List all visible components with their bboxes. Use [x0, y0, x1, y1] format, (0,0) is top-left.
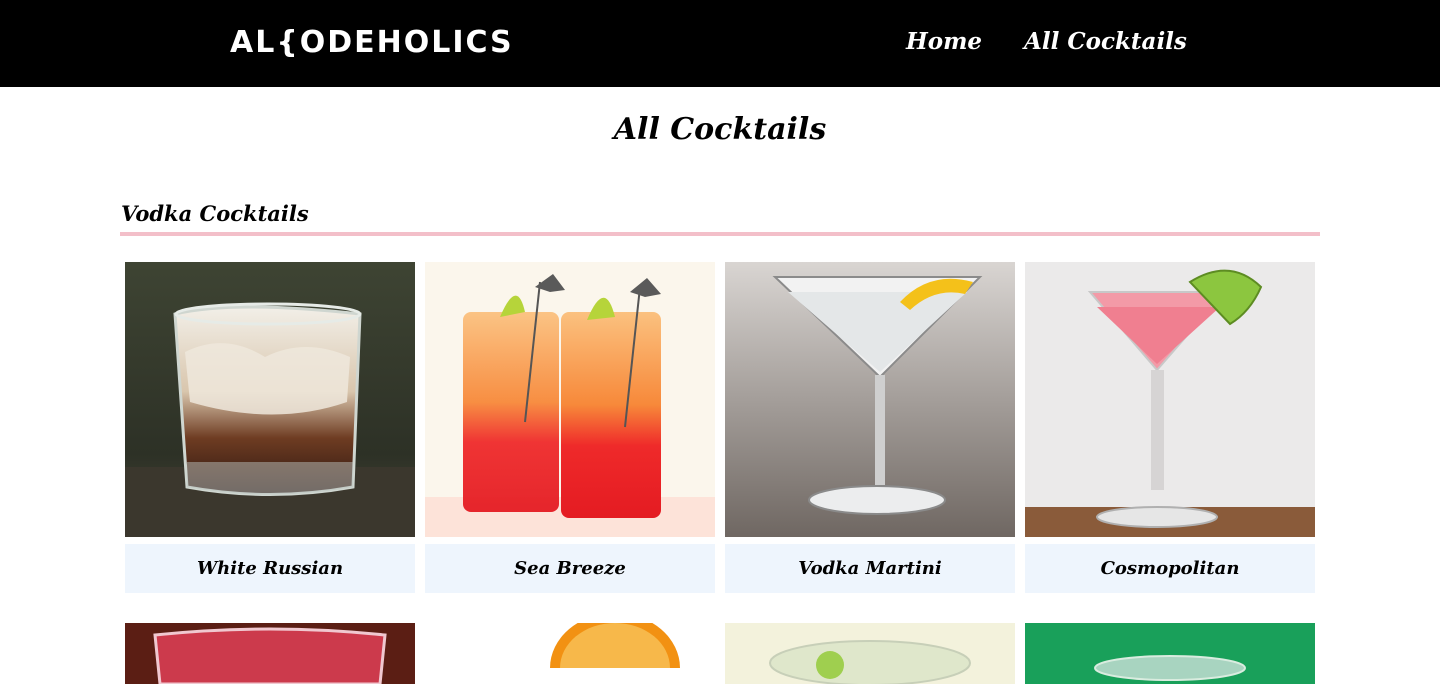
- cocktail-card-row2-1[interactable]: [125, 623, 415, 684]
- cocktail-card-vodka-martini[interactable]: Vodka Martini: [725, 262, 1015, 593]
- nav-link-all-cocktails[interactable]: All Cocktails: [1024, 24, 1187, 60]
- cocktail-image-white-russian[interactable]: [125, 262, 415, 537]
- cocktail-card-white-russian[interactable]: White Russian: [125, 262, 415, 593]
- cocktail-name[interactable]: White Russian: [125, 544, 415, 593]
- cocktail-name[interactable]: Cosmopolitan: [1025, 544, 1315, 593]
- cocktail-card-sea-breeze[interactable]: Sea Breeze: [425, 262, 715, 593]
- section-title-vodka: Vodka Cocktails: [121, 201, 309, 226]
- cocktail-card-cosmopolitan[interactable]: Cosmopolitan: [1025, 262, 1315, 593]
- cocktail-card-row2-4[interactable]: [1025, 623, 1315, 684]
- site-logo[interactable]: AL{ODEHOLICS: [230, 22, 514, 64]
- cocktail-name[interactable]: Vodka Martini: [725, 544, 1015, 593]
- cocktail-image-sea-breeze[interactable]: [425, 262, 715, 537]
- nav-link-home[interactable]: Home: [906, 24, 982, 60]
- cocktail-card-row2-2[interactable]: [425, 623, 715, 684]
- cocktail-card-row2-3[interactable]: [725, 623, 1015, 684]
- cocktail-image-vodka-martini[interactable]: [725, 262, 1015, 537]
- page-title: All Cocktails: [613, 112, 827, 147]
- top-navigation-bar: AL{ODEHOLICS Home All Cocktails: [0, 0, 1440, 87]
- cocktail-name[interactable]: Sea Breeze: [425, 544, 715, 593]
- section-divider: [120, 232, 1320, 236]
- cocktail-image-cosmopolitan[interactable]: [1025, 262, 1315, 537]
